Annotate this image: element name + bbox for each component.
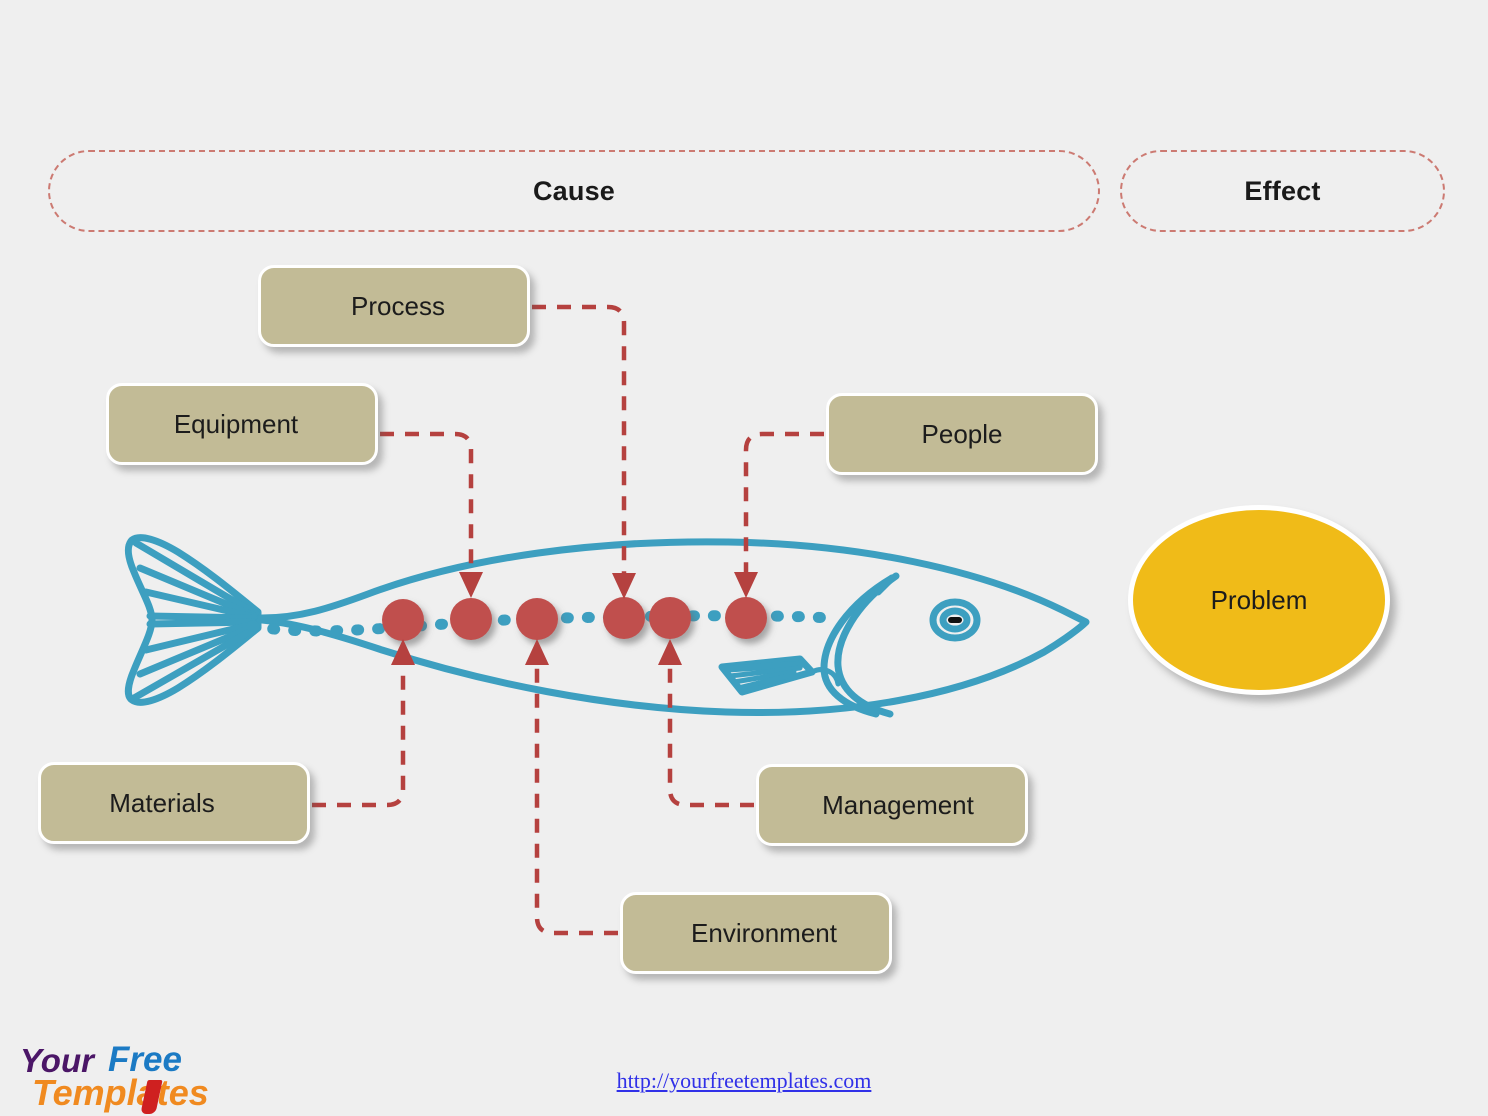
connector-equipment: [380, 431, 474, 573]
category-label-environment: Environment: [691, 917, 837, 948]
arrowhead-management: [658, 639, 682, 665]
category-label-management: Management: [822, 789, 974, 820]
connector-arrowheads: [391, 572, 758, 665]
category-label-equipment: Equipment: [173, 408, 299, 439]
bone-node-4: [603, 597, 645, 639]
footer-url-link[interactable]: http://yourfreetemplates.com: [0, 1068, 1488, 1094]
fish-pectoral-fin-line-4: [735, 673, 791, 691]
fish-head-back-line: [834, 572, 900, 718]
bone-node-group: [382, 597, 767, 641]
category-box-management[interactable]: Management: [756, 764, 1028, 846]
effect-region-frame: Effect: [1120, 150, 1445, 232]
bone-node-6: [725, 597, 767, 639]
connector-materials: [312, 665, 406, 808]
fish-tail-fin: [124, 534, 262, 706]
fish-tail-ray-8: [130, 624, 260, 702]
fish-pectoral-fin-line-3: [731, 669, 797, 685]
category-label-people: People: [921, 418, 1003, 449]
bone-node-5: [649, 597, 691, 639]
fish-tail-ray-7: [136, 622, 259, 678]
fish-tail-ray-4: [146, 612, 257, 622]
category-box-environment[interactable]: Environment: [620, 892, 892, 974]
effect-region-label: Effect: [1244, 175, 1321, 206]
problem-effect-ellipse[interactable]: Problem: [1128, 505, 1390, 695]
fish-gill-tip: [874, 574, 896, 596]
connector-management: [667, 665, 754, 808]
connector-environment: [534, 665, 618, 936]
fish-eye-inner: [939, 607, 971, 633]
bone-node-1: [382, 599, 424, 641]
category-box-process[interactable]: Process: [258, 265, 530, 347]
category-label-materials: Materials: [109, 787, 215, 818]
category-box-people[interactable]: People: [826, 393, 1098, 475]
category-label-process: Process: [351, 290, 445, 321]
fish-body-group: [124, 534, 1090, 718]
fish-pectoral-fin: [718, 655, 816, 696]
bone-node-3: [516, 598, 558, 640]
cause-region-frame: Cause: [48, 150, 1100, 232]
category-box-materials[interactable]: Materials: [38, 762, 310, 844]
bone-node-2: [450, 598, 492, 640]
fish-pectoral-fin-line-2: [727, 665, 803, 679]
fish-pectoral-fin-stem: [809, 667, 841, 687]
cause-region-label: Cause: [532, 175, 616, 206]
fish-tail-ray-3: [142, 588, 258, 621]
fish-body-outline: [258, 538, 1090, 716]
arrowhead-environment: [525, 639, 549, 665]
fish-eye-outer: [929, 598, 981, 642]
fish-tail-ray-1: [132, 539, 260, 618]
arrowhead-people: [734, 572, 758, 598]
connector-people: [743, 431, 824, 573]
arrowhead-equipment: [459, 572, 483, 598]
fish-tail-ray-2: [136, 564, 259, 620]
connector-process: [532, 304, 627, 573]
arrowhead-process: [612, 573, 636, 599]
fish-gill-line: [820, 574, 896, 718]
fish-pectoral-fin-line-1: [724, 660, 808, 673]
fish-tail-ray-5: [146, 618, 257, 628]
diagram-canvas: Cause Effect Process Equipment People Ma…: [0, 0, 1488, 1116]
arrowhead-materials: [391, 639, 415, 665]
fish-spine-dotted: [246, 610, 836, 637]
problem-label: Problem: [1210, 584, 1308, 615]
fish-tail-ray-6: [142, 620, 258, 654]
category-box-equipment[interactable]: Equipment: [106, 383, 378, 465]
